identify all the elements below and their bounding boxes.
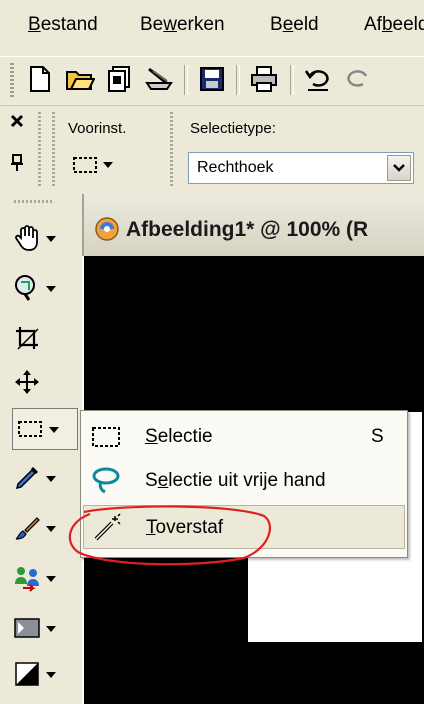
- options-grip: [52, 112, 55, 188]
- browse-icon[interactable]: [102, 61, 138, 97]
- contrast-icon: [10, 657, 44, 691]
- chevron-down-icon: [46, 519, 56, 537]
- menu-beeld[interactable]: Beeld: [270, 12, 319, 38]
- zoom-icon: [10, 271, 44, 305]
- chevron-down-icon: [49, 420, 59, 438]
- pin-icon[interactable]: [10, 154, 24, 177]
- document-title-bar[interactable]: Afbeelding1* @ 100% (R: [82, 194, 424, 256]
- toolbar-separator: [290, 65, 294, 95]
- shape-tool[interactable]: [10, 608, 76, 648]
- chevron-down-icon: [46, 569, 56, 587]
- move-icon: [10, 365, 44, 399]
- panel-grip[interactable]: [14, 200, 54, 203]
- chevron-down-icon: [46, 229, 56, 247]
- chevron-down-icon: [46, 469, 56, 487]
- chevron-down-icon: [46, 279, 56, 297]
- red-annotation-circle: [68, 505, 272, 566]
- print-icon[interactable]: [246, 61, 282, 97]
- shortcut-key: S: [371, 426, 384, 447]
- rectangle-icon: [10, 611, 44, 645]
- chevron-down-icon: [46, 619, 56, 637]
- save-icon[interactable]: [194, 61, 230, 97]
- open-folder-icon[interactable]: [62, 61, 98, 97]
- document-title: Afbeelding1* @ 100% (R: [126, 218, 369, 241]
- flyout-item-selectie[interactable]: Selectie S: [83, 415, 405, 459]
- pan-tool[interactable]: [10, 218, 76, 258]
- menu-bestand[interactable]: Bestand: [28, 12, 98, 38]
- rect-select-icon: [13, 412, 47, 446]
- selection-tool[interactable]: [12, 408, 78, 450]
- gradient-tool[interactable]: [10, 654, 76, 694]
- new-file-icon[interactable]: [22, 61, 58, 97]
- app-logo-icon: [94, 216, 120, 247]
- flyout-item-label: Selectie: [145, 426, 213, 447]
- redo-icon[interactable]: [340, 61, 376, 97]
- menu-afbeelding[interactable]: Afbeeld: [364, 12, 424, 38]
- chevron-down-icon: [103, 162, 113, 168]
- chevron-down-icon[interactable]: [387, 155, 411, 181]
- menu-bewerken[interactable]: Bewerken: [140, 12, 225, 38]
- crop-tool[interactable]: [10, 318, 76, 358]
- options-separator: [170, 112, 173, 188]
- lasso-icon: [89, 465, 123, 497]
- menu-bar: Bestand Bewerken Beeld Afbeeld: [0, 0, 424, 56]
- crop-icon: [10, 321, 44, 355]
- scanner-icon[interactable]: [142, 61, 178, 97]
- hand-icon: [10, 221, 44, 255]
- rect-select-icon: [89, 421, 123, 453]
- paintbrush-icon: [10, 511, 44, 545]
- selection-type-value: Rechthoek: [197, 159, 274, 176]
- flyout-item-label: Selectie uit vrije hand: [145, 470, 326, 491]
- tools-panel: [0, 194, 82, 704]
- options-grip: [38, 112, 41, 188]
- selection-type-label: Selectietype:: [190, 120, 276, 137]
- flyout-item-freehand[interactable]: Selectie uit vrije hand: [83, 459, 405, 503]
- clone-icon: [10, 561, 44, 595]
- zoom-tool[interactable]: [10, 268, 76, 308]
- eyedropper-icon: [10, 461, 44, 495]
- toolbar-grip[interactable]: [10, 63, 14, 97]
- selection-type-select[interactable]: Rechthoek: [188, 152, 414, 184]
- close-icon[interactable]: [10, 114, 24, 133]
- toolbar-separator: [184, 65, 188, 95]
- toolbar-separator: [236, 65, 240, 95]
- dropper-tool[interactable]: [10, 458, 76, 498]
- undo-icon[interactable]: [300, 61, 336, 97]
- preset-label: Voorinst.: [68, 120, 127, 137]
- main-toolbar: [0, 56, 424, 105]
- preset-dropdown[interactable]: [72, 150, 132, 180]
- move-tool[interactable]: [10, 362, 76, 402]
- chevron-down-icon: [46, 665, 56, 683]
- rect-preset-icon: [73, 157, 97, 173]
